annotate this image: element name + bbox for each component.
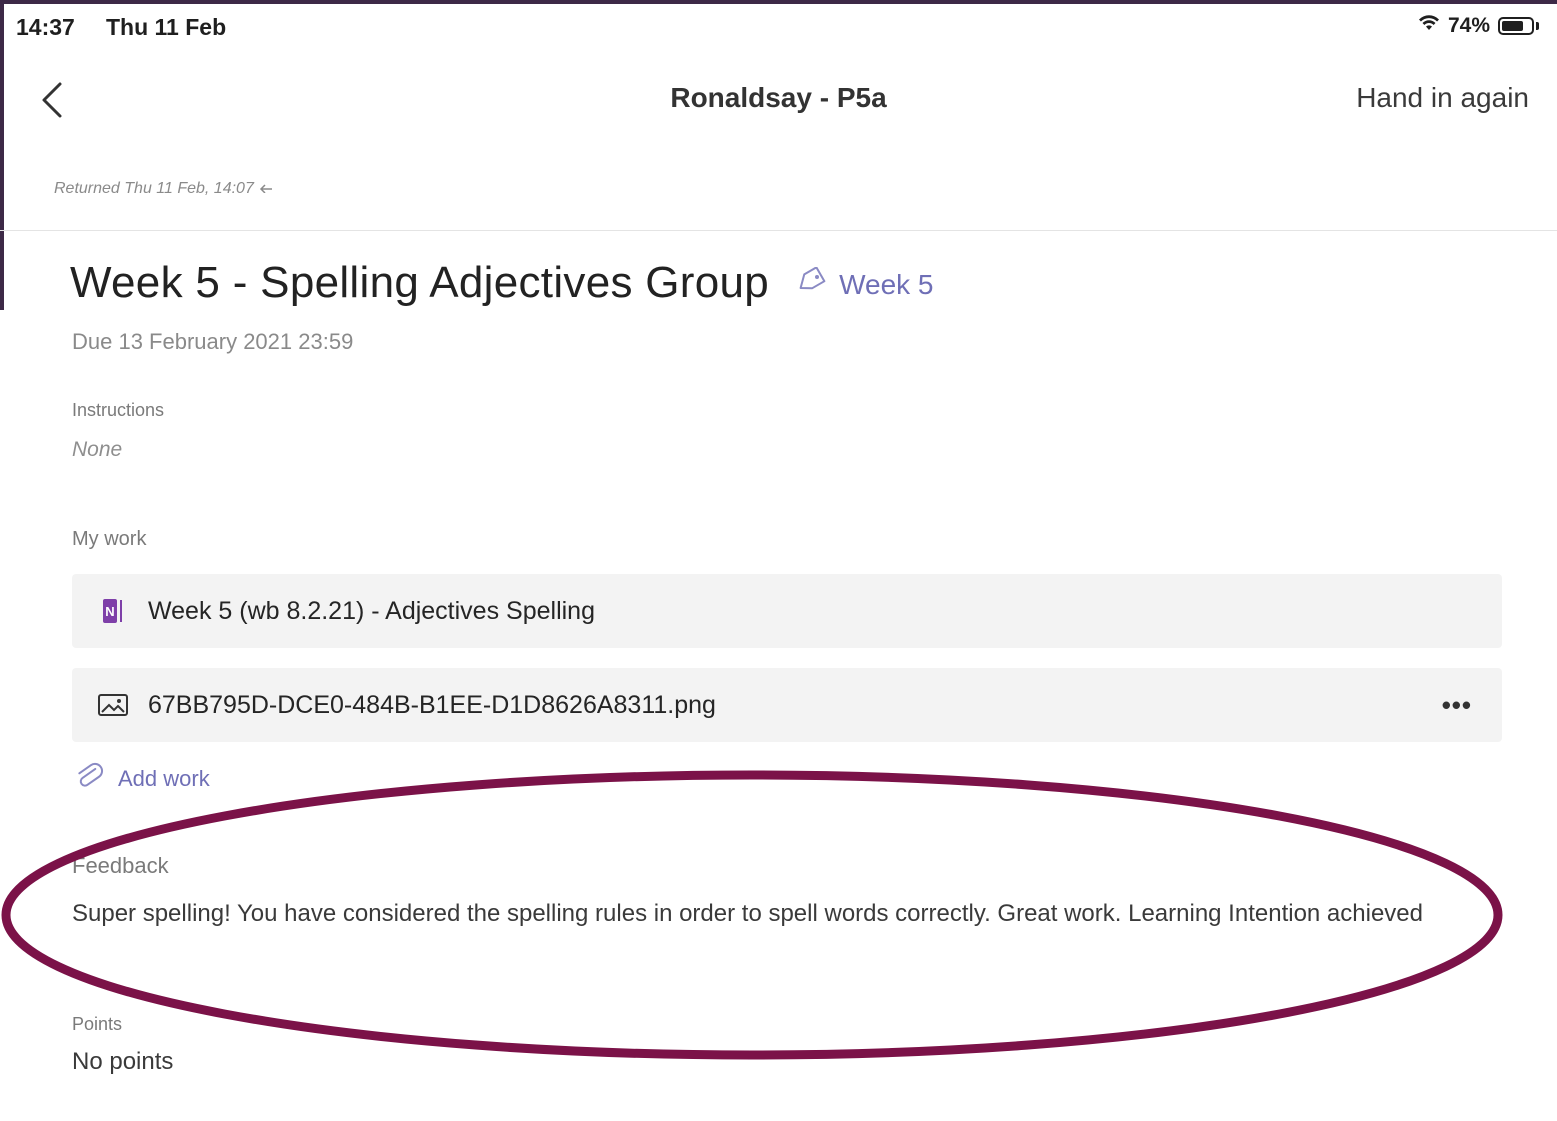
- battery-level: [1502, 21, 1523, 31]
- image-file-icon: [96, 688, 130, 722]
- tag-icon: [795, 266, 829, 302]
- tag-label: Week 5: [839, 268, 934, 300]
- work-item-onenote[interactable]: N Week 5 (wb 8.2.21) - Adjectives Spelli…: [72, 574, 1502, 648]
- more-options-button[interactable]: •••: [1442, 690, 1472, 721]
- work-item-image[interactable]: 67BB795D-DCE0-484B-B1EE-D1D8626A8311.png…: [72, 668, 1502, 742]
- status-indicators: 74%: [1418, 14, 1539, 38]
- points-value: No points: [72, 1048, 174, 1075]
- battery-percent: 74%: [1447, 14, 1490, 37]
- paperclip-icon: [74, 760, 104, 797]
- battery-icon: [1498, 17, 1534, 35]
- my-work-label: My work: [72, 528, 147, 550]
- instructions-value: None: [72, 438, 123, 461]
- points-label: Points: [72, 1014, 123, 1034]
- add-work-button[interactable]: Add work: [74, 760, 210, 797]
- back-button[interactable]: [34, 78, 74, 122]
- status-bar: 14:37 Thu 11 Feb 74%: [0, 0, 1557, 56]
- battery-cap: [1536, 22, 1539, 30]
- assignment-header: Week 5 - Spelling Adjectives Group Week …: [70, 258, 934, 308]
- return-arrow-icon: [258, 180, 274, 197]
- add-work-label: Add work: [118, 765, 210, 791]
- returned-text: Returned Thu 11 Feb, 14:07: [54, 180, 254, 197]
- feedback-text: Super spelling! You have considered the …: [72, 900, 1423, 927]
- page-title: Ronaldsay - P5a: [670, 82, 887, 113]
- work-item-filename: 67BB795D-DCE0-484B-B1EE-D1D8626A8311.png: [148, 690, 716, 719]
- returned-status: Returned Thu 11 Feb, 14:07: [54, 180, 274, 198]
- chevron-left-icon: [42, 82, 62, 118]
- hand-in-again-button[interactable]: Hand in again: [1356, 82, 1529, 114]
- status-time: 14:37: [16, 14, 75, 40]
- status-date: Thu 11 Feb: [106, 14, 227, 40]
- assignment-title: Week 5 - Spelling Adjectives Group: [70, 258, 770, 307]
- header-divider: [0, 230, 1557, 231]
- onenote-icon: N: [96, 594, 130, 628]
- work-item-title: Week 5 (wb 8.2.21) - Adjectives Spelling: [148, 596, 595, 625]
- instructions-label: Instructions: [72, 400, 165, 420]
- navigation-bar: Ronaldsay - P5a Hand in again: [0, 60, 1557, 140]
- category-tag[interactable]: Week 5: [795, 266, 934, 302]
- due-date: Due 13 February 2021 23:59: [72, 329, 354, 354]
- svg-text:N: N: [105, 604, 114, 619]
- feedback-label: Feedback: [72, 853, 169, 878]
- wifi-icon: [1418, 14, 1440, 38]
